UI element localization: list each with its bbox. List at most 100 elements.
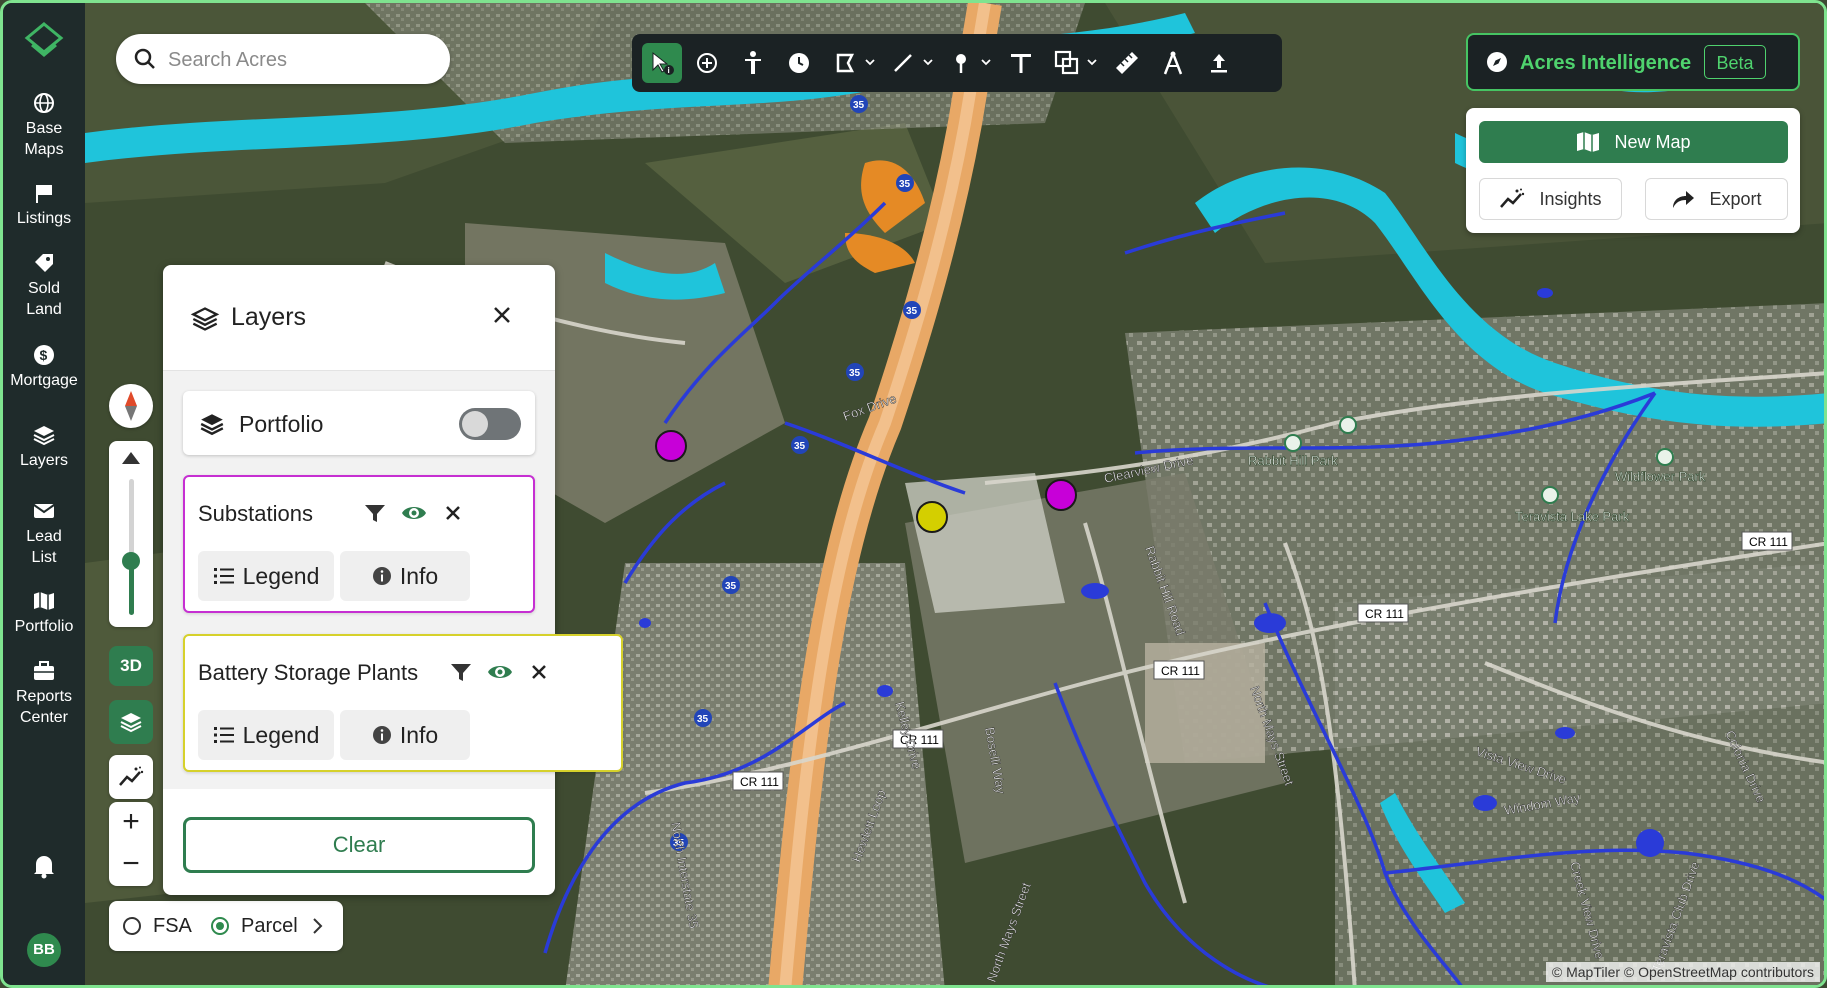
layers-icon — [33, 426, 55, 446]
interstate-shield: 35 — [722, 576, 740, 594]
visibility-button[interactable] — [400, 499, 428, 527]
remove-layer-button[interactable] — [439, 499, 467, 527]
pitch-handle[interactable] — [122, 551, 140, 570]
shapes-tool-button[interactable] — [1052, 48, 1082, 78]
battery-plant-marker[interactable] — [916, 501, 948, 533]
sidebar-item-label: Mortgage — [10, 372, 78, 389]
pin-tool-button[interactable] — [946, 48, 976, 78]
sidebar-item-reports-center[interactable]: Reports Center — [3, 659, 85, 728]
parcel-radio[interactable] — [211, 917, 229, 935]
interstate-shield: 35 — [694, 709, 712, 727]
export-button[interactable]: Export — [1645, 178, 1788, 220]
search-icon — [134, 48, 155, 69]
info-label: Info — [399, 721, 439, 748]
interstate-shield: 35 — [903, 301, 921, 319]
sidebar-item-listings[interactable]: Listings — [3, 181, 85, 229]
pin-icon — [956, 54, 966, 73]
share-arrow-icon — [1673, 191, 1695, 208]
sidebar-item-label: Lead — [26, 528, 62, 545]
chevron-down-icon[interactable] — [922, 56, 934, 68]
info-button[interactable]: Info — [340, 710, 470, 760]
sidebar-item-base-maps[interactable]: Base Maps — [3, 91, 85, 160]
compass-icon — [1487, 52, 1507, 72]
chevron-down-icon[interactable] — [864, 56, 876, 68]
legend-button[interactable]: Legend — [198, 710, 334, 760]
search-input[interactable] — [166, 44, 430, 76]
select-info-tool-button[interactable]: i — [642, 43, 682, 83]
layers-toggle-button[interactable] — [109, 700, 153, 744]
chevron-down-icon[interactable] — [980, 56, 992, 68]
map-attribution[interactable]: © MapTiler © OpenStreetMap contributors — [1545, 962, 1820, 982]
line-tool-button[interactable] — [888, 48, 918, 78]
beta-badge: Beta — [1704, 45, 1766, 79]
park-label: Teravista Lake Park — [1515, 509, 1630, 524]
info-button[interactable]: Info — [340, 551, 470, 601]
chevron-down-icon[interactable] — [1086, 56, 1098, 68]
legend-button[interactable]: Legend — [198, 551, 334, 601]
eye-icon — [488, 666, 512, 678]
zoom-out-button[interactable]: − — [109, 844, 153, 886]
layers-panel: Layers Portfolio Substations Legend Info… — [163, 265, 623, 895]
clear-layers-button[interactable]: Clear — [183, 817, 535, 873]
avatar[interactable]: BB — [27, 933, 61, 967]
interstate-shield: 35 — [896, 174, 914, 192]
filter-icon — [451, 664, 471, 681]
select-info-icon: i — [652, 51, 674, 75]
layers-title: Layers — [231, 303, 307, 331]
close-icon — [446, 506, 460, 520]
upload-tool-button[interactable] — [1204, 48, 1234, 78]
export-label: Export — [1709, 188, 1762, 209]
close-icon[interactable] — [490, 303, 514, 327]
toggle-3d-button[interactable]: 3D — [109, 646, 153, 686]
new-map-label: New Map — [1614, 131, 1691, 152]
compass-tool-button[interactable] — [1158, 48, 1188, 78]
bell-icon[interactable] — [32, 853, 56, 879]
briefcase-icon — [34, 661, 54, 680]
shapes-icon — [1054, 50, 1079, 75]
portfolio-toggle[interactable] — [459, 408, 521, 440]
filter-icon — [365, 505, 385, 522]
history-tool-button[interactable] — [784, 48, 814, 78]
interstate-shield: 35 — [846, 363, 864, 381]
substation-marker[interactable] — [655, 430, 687, 462]
fsa-radio[interactable] — [123, 917, 141, 935]
road-label: CR 111 — [1357, 603, 1409, 623]
layer-title: Substations — [198, 501, 313, 526]
acres-intelligence-button[interactable]: Acres Intelligence Beta — [1466, 33, 1800, 91]
zoom-in-button[interactable]: + — [109, 802, 153, 844]
pitch-slider[interactable] — [109, 441, 153, 627]
polygon-tool-button[interactable] — [830, 48, 860, 78]
sidebar-item-mortgage[interactable]: $ Mortgage — [3, 343, 85, 391]
search-bar — [116, 34, 450, 84]
measure-tool-button[interactable] — [1112, 48, 1142, 78]
map-compass[interactable] — [109, 384, 153, 428]
sidebar-item-portfolio[interactable]: Portfolio — [3, 589, 85, 637]
info-label: Info — [399, 562, 439, 589]
sidebar-item-sold-land[interactable]: Sold Land — [3, 251, 85, 320]
new-map-button[interactable]: New Map — [1479, 121, 1788, 163]
substation-marker[interactable] — [1045, 479, 1077, 511]
filter-button[interactable] — [447, 658, 475, 686]
list-icon — [213, 727, 234, 743]
crosshair-tool-button[interactable] — [692, 48, 722, 78]
insights-map-button[interactable] — [109, 755, 153, 799]
legend-label: Legend — [242, 562, 320, 589]
visibility-button[interactable] — [486, 658, 514, 686]
chevron-right-icon[interactable] — [311, 917, 323, 935]
remove-layer-button[interactable] — [525, 658, 553, 686]
person-tool-button[interactable] — [738, 48, 768, 78]
layers-panel-header: Layers — [163, 265, 555, 371]
zoom-control: + − — [109, 802, 153, 886]
sidebar-item-layers[interactable]: Layers — [3, 423, 85, 471]
layer-title: Battery Storage Plants — [198, 660, 419, 685]
info-icon — [372, 726, 391, 744]
insights-button[interactable]: Insights — [1479, 178, 1622, 220]
portfolio-label: Portfolio — [239, 411, 324, 437]
filter-button[interactable] — [361, 499, 389, 527]
acres-logo-icon[interactable] — [24, 21, 64, 61]
text-tool-button[interactable] — [1006, 48, 1036, 78]
sidebar-item-label: Reports — [15, 688, 73, 705]
sidebar-item-lead-list[interactable]: Lead List — [3, 499, 85, 568]
info-icon — [372, 567, 391, 585]
svg-text:i: i — [668, 66, 670, 75]
